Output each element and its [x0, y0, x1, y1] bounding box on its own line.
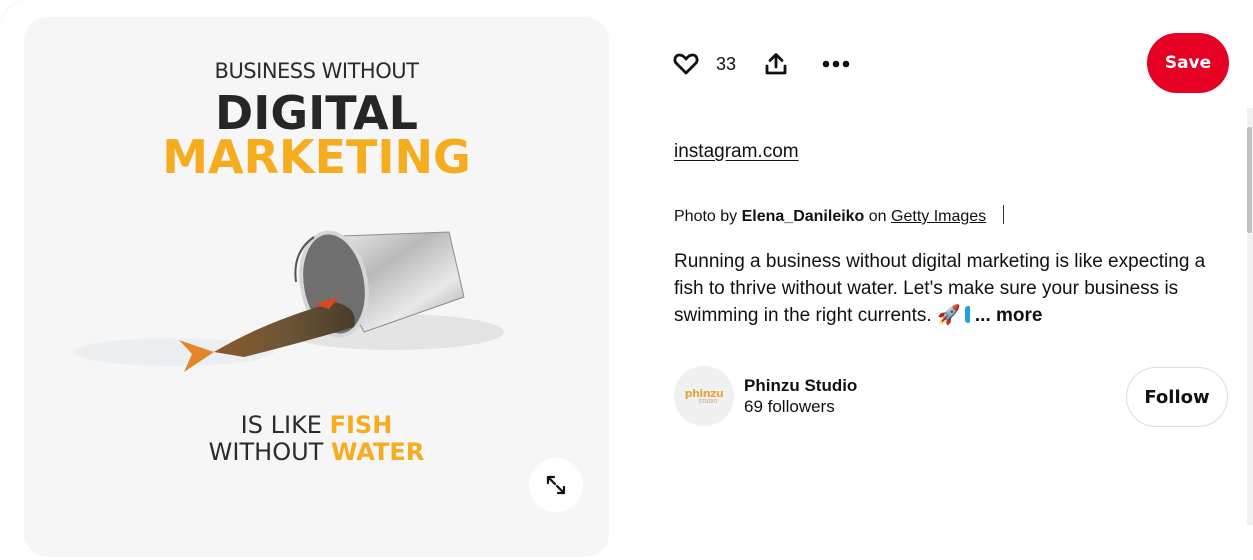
pin-description: Running a business without digital marke… [674, 248, 1224, 329]
creator-logo-sub: STUDIO [698, 398, 718, 405]
share-button[interactable] [762, 50, 790, 78]
credit-provider-link[interactable]: Getty Images [891, 208, 986, 225]
creator-name[interactable]: Phinzu Studio [744, 375, 857, 396]
expand-arrows-icon [546, 475, 566, 495]
credit-author: Elena_Danileiko [741, 208, 865, 225]
heart-icon [673, 53, 699, 75]
source-link[interactable]: instagram.com [674, 141, 799, 163]
creator-logo: phinzu [684, 386, 724, 400]
show-more-link[interactable]: ... more [975, 305, 1043, 326]
like-button[interactable] [672, 50, 700, 78]
creator-profile: phinzu STUDIO Phinzu Studio 69 followers [674, 366, 857, 426]
pin-image[interactable]: BUSINESS WITHOUT DIGITAL MARKETING IS LI [24, 17, 609, 557]
share-upload-icon [765, 53, 787, 75]
more-options-button[interactable] [820, 50, 852, 78]
fish-body [214, 302, 355, 357]
credit-separator [1002, 205, 1004, 224]
follow-button[interactable]: Follow [1126, 367, 1228, 427]
rocket-emoji-icon: 🚀 [936, 305, 961, 326]
water-drop-emoji-icon [964, 306, 970, 323]
creator-info: Phinzu Studio 69 followers [744, 375, 857, 418]
creator-avatar[interactable]: phinzu STUDIO [674, 366, 734, 426]
headline-business-without: BUSINESS WITHOUT [214, 59, 419, 83]
ellipsis-icon [822, 60, 850, 68]
photo-credit: Photo by Elena_Danileiko on Getty Images [674, 205, 1004, 226]
headline-marketing: MARKETING [162, 130, 471, 184]
scrollbar-thumb[interactable] [1247, 127, 1252, 233]
headline-is-like-fish: IS LIKE FISH [240, 411, 393, 439]
creator-follower-count: 69 followers [744, 396, 835, 416]
like-count: 33 [716, 53, 737, 74]
pin-action-bar: 33 [672, 46, 852, 82]
headline-without-water: WITHOUT WATER [208, 438, 425, 466]
expand-image-button[interactable] [529, 458, 583, 512]
save-button[interactable]: Save [1147, 33, 1229, 93]
fish-bucket-illustration [74, 230, 504, 372]
